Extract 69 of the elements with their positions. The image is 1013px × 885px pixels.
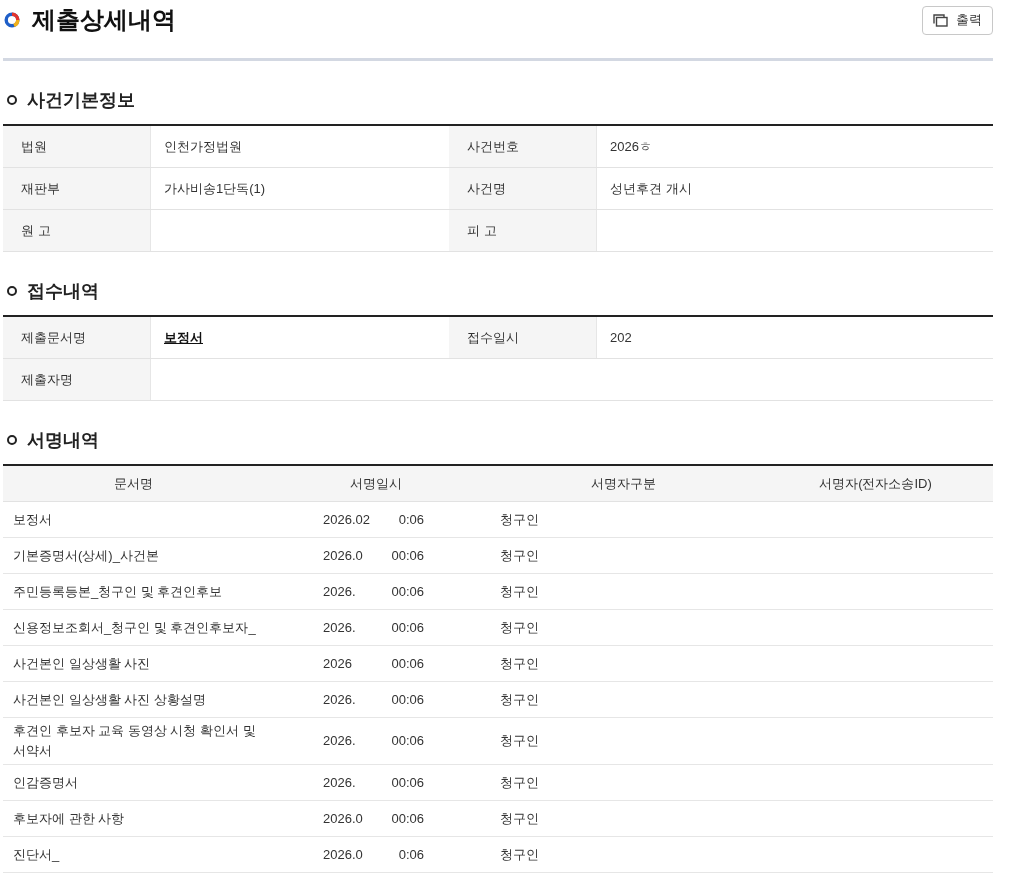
signed-time: 0:06 bbox=[398, 510, 424, 529]
column-header: 문서명 bbox=[113, 475, 153, 491]
document-name: 후보자에 관한 사항 bbox=[13, 810, 125, 826]
signed-date: 2026.0 bbox=[323, 546, 363, 565]
document-name: 주민등록등본_청구인 및 후견인후보 bbox=[13, 583, 223, 599]
field-label: 사건번호 bbox=[467, 137, 519, 156]
field-value: 202 bbox=[610, 328, 632, 347]
column-header: 서명자(전자소송ID) bbox=[819, 475, 932, 491]
signed-date: 2026.0 bbox=[323, 845, 363, 864]
signed-date: 2026. bbox=[323, 582, 356, 601]
signed-date: 2026. bbox=[323, 732, 356, 751]
signer-role: 청구인 bbox=[500, 619, 539, 635]
document-name: 기본증명서(상세)_사건본 bbox=[13, 547, 159, 563]
page-title: 제출상세내역 bbox=[32, 5, 176, 35]
document-name: 사건본인 일상생활 사진 상황설명 bbox=[13, 691, 206, 707]
signer-role: 청구인 bbox=[500, 583, 539, 599]
signed-date: 2026. bbox=[323, 773, 356, 792]
field-value: 2026ㅎ bbox=[610, 137, 652, 156]
signer-role: 청구인 bbox=[500, 511, 539, 527]
field-label: 제출자명 bbox=[21, 370, 73, 389]
document-name: 인감증명서 bbox=[13, 774, 78, 790]
signed-date: 2026.0 bbox=[323, 809, 363, 828]
signer-role: 청구인 bbox=[500, 547, 539, 563]
signed-date: 2026 bbox=[323, 654, 352, 673]
signed-date: 2026.02 bbox=[323, 510, 370, 529]
ring-icon bbox=[7, 95, 17, 105]
signed-time: 00:06 bbox=[391, 546, 424, 565]
section-heading: 서명내역 bbox=[27, 428, 99, 452]
field-label: 피 고 bbox=[467, 221, 497, 240]
section-heading: 사건기본정보 bbox=[27, 88, 135, 112]
document-name: 진단서_ bbox=[13, 846, 60, 862]
field-label: 제출문서명 bbox=[21, 328, 86, 347]
signer-role: 청구인 bbox=[500, 691, 539, 707]
signer-role: 청구인 bbox=[500, 733, 539, 749]
document-name: 후견인 후보자 교육 동영상 시청 확인서 및 서약서 bbox=[13, 723, 256, 758]
ring-icon bbox=[7, 286, 17, 296]
signed-time: 00:06 bbox=[391, 690, 424, 709]
signer-role: 청구인 bbox=[500, 774, 539, 790]
column-header: 서명일시 bbox=[349, 475, 402, 491]
field-label: 법원 bbox=[21, 137, 47, 156]
column-header: 서명자구분 bbox=[590, 475, 656, 491]
signed-time: 00:06 bbox=[391, 618, 424, 637]
section-heading: 접수내역 bbox=[27, 279, 99, 303]
signed-time: 00:06 bbox=[391, 732, 424, 751]
field-value: 성년후견 개시 bbox=[610, 179, 692, 198]
field-label: 사건명 bbox=[467, 179, 506, 198]
signed-time: 00:06 bbox=[391, 654, 424, 673]
signed-time: 00:06 bbox=[391, 809, 424, 828]
signed-time: 00:06 bbox=[391, 582, 424, 601]
signer-role: 청구인 bbox=[500, 655, 539, 671]
print-icon bbox=[933, 13, 948, 27]
field-value: 인천가정법원 bbox=[164, 137, 242, 156]
field-label: 접수일시 bbox=[467, 328, 519, 347]
ring-icon bbox=[7, 435, 17, 445]
print-button[interactable]: 출력 bbox=[922, 5, 993, 35]
ring-logo-icon bbox=[4, 12, 20, 28]
signed-time: 0:06 bbox=[398, 845, 424, 864]
document-name: 보정서 bbox=[13, 511, 52, 527]
signer-role: 청구인 bbox=[500, 846, 539, 862]
field-label: 재판부 bbox=[21, 179, 60, 198]
field-label: 원 고 bbox=[21, 221, 51, 240]
signed-time: 00:06 bbox=[391, 773, 424, 792]
document-link[interactable]: 보정서 bbox=[164, 327, 203, 348]
document-name: 사건본인 일상생활 사진 bbox=[13, 655, 151, 671]
signer-role: 청구인 bbox=[500, 810, 539, 826]
document-name: 신용정보조회서_청구인 및 후견인후보자_ bbox=[13, 619, 256, 635]
field-value: 가사비송1단독(1) bbox=[164, 179, 266, 198]
signed-date: 2026. bbox=[323, 690, 356, 709]
signed-date: 2026. bbox=[323, 618, 356, 637]
